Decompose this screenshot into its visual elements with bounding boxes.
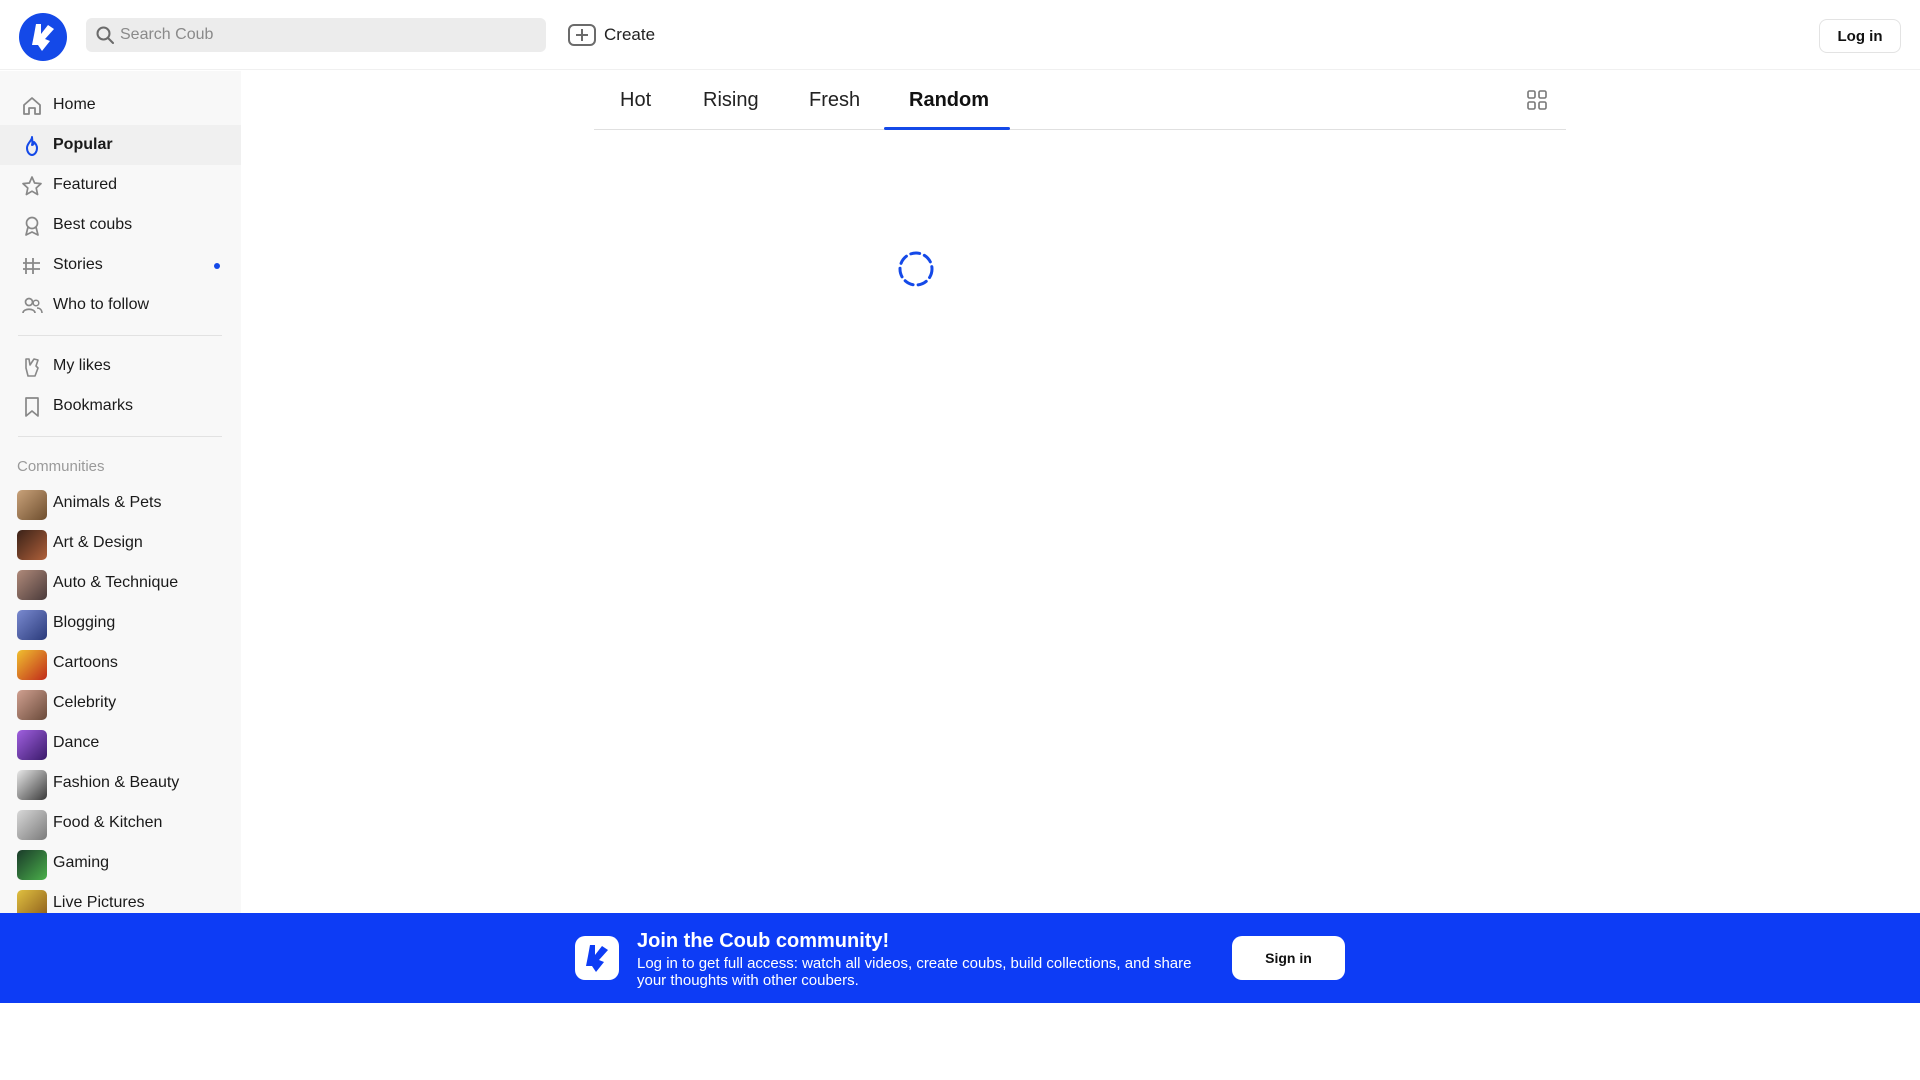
tab-rising[interactable]: Rising xyxy=(703,89,759,112)
sidebar-item-who-to-follow[interactable]: Who to follow xyxy=(0,285,241,325)
sidebar-item-label: Popular xyxy=(53,136,113,153)
community-thumbnail xyxy=(17,730,47,760)
sidebar-item-best-coubs[interactable]: Best coubs xyxy=(0,205,241,245)
login-button[interactable]: Log in xyxy=(1819,19,1901,53)
sidebar-item-label: Stories xyxy=(53,256,103,273)
grid-view-icon[interactable] xyxy=(1527,90,1547,110)
community-thumbnail xyxy=(17,770,47,800)
community-thumbnail xyxy=(17,490,47,520)
sidebar-item-stories[interactable]: Stories xyxy=(0,245,241,285)
community-label: Blogging xyxy=(53,614,116,631)
community-item-gaming[interactable]: Gaming xyxy=(0,842,241,882)
sidebar-item-label: Home xyxy=(53,96,96,113)
join-community-banner: Join the Coub community! Log in to get f… xyxy=(0,913,1920,1003)
community-thumbnail xyxy=(17,810,47,840)
star-icon xyxy=(22,176,42,196)
sidebar-item-label: Best coubs xyxy=(53,216,133,233)
plus-box-icon xyxy=(568,24,596,46)
home-icon xyxy=(23,97,41,115)
community-label: Fashion & Beauty xyxy=(53,774,180,791)
tab-fresh[interactable]: Fresh xyxy=(809,89,860,112)
feed-tabs: Hot Rising Fresh Random xyxy=(594,71,1566,130)
sidebar-divider xyxy=(18,436,222,437)
stories-icon xyxy=(23,258,40,274)
active-tab-indicator xyxy=(884,127,1010,130)
search-bar[interactable] xyxy=(86,18,546,52)
sidebar-item-label: Bookmarks xyxy=(53,397,134,414)
tab-random[interactable]: Random xyxy=(909,89,989,112)
community-item-dance[interactable]: Dance xyxy=(0,722,241,762)
like-hand-icon xyxy=(25,358,39,377)
community-thumbnail xyxy=(17,530,47,560)
community-item-animals-pets[interactable]: Animals & Pets xyxy=(0,482,241,522)
community-label: Art & Design xyxy=(53,534,143,551)
community-label: Cartoons xyxy=(53,654,118,671)
community-label: Gaming xyxy=(53,854,110,871)
sign-in-button[interactable]: Sign in xyxy=(1232,936,1345,980)
banner-title: Join the Coub community! xyxy=(637,930,890,952)
flame-icon xyxy=(26,136,38,156)
coub-logo-icon[interactable] xyxy=(19,13,67,61)
community-label: Dance xyxy=(53,734,100,751)
community-item-celebrity[interactable]: Celebrity xyxy=(0,682,241,722)
sidebar: Home Popular Featured Best coubs Stories xyxy=(0,71,241,914)
sidebar-item-home[interactable]: Home xyxy=(0,85,241,125)
create-label: Create xyxy=(604,25,656,44)
community-label: Auto & Technique xyxy=(53,574,179,591)
sidebar-item-label: Who to follow xyxy=(53,296,150,313)
community-label: Celebrity xyxy=(53,694,117,711)
community-item-live-pictures[interactable]: Live Pictures xyxy=(0,882,241,914)
community-thumbnail xyxy=(17,890,47,914)
community-label: Animals & Pets xyxy=(53,494,162,511)
community-label: Live Pictures xyxy=(53,894,145,911)
sidebar-item-popular[interactable]: Popular xyxy=(0,125,241,165)
banner-description: Log in to get full access: watch all vid… xyxy=(637,955,1192,989)
communities-heading: Communities xyxy=(17,458,105,475)
sidebar-item-bookmarks[interactable]: Bookmarks xyxy=(0,386,241,426)
community-item-food-kitchen[interactable]: Food & Kitchen xyxy=(0,802,241,842)
sidebar-divider xyxy=(18,335,222,336)
new-indicator-dot xyxy=(214,263,220,269)
coub-logo-icon xyxy=(575,936,619,980)
bookmark-icon xyxy=(25,397,39,417)
community-item-cartoons[interactable]: Cartoons xyxy=(0,642,241,682)
sidebar-item-label: Featured xyxy=(53,176,118,193)
community-item-auto-technique[interactable]: Auto & Technique xyxy=(0,562,241,602)
community-label: Food & Kitchen xyxy=(53,814,163,831)
community-thumbnail xyxy=(17,650,47,680)
create-button[interactable]: Create xyxy=(568,22,655,48)
sidebar-item-featured[interactable]: Featured xyxy=(0,165,241,205)
search-input[interactable] xyxy=(120,18,540,52)
sidebar-item-label: My likes xyxy=(53,357,111,374)
community-item-blogging[interactable]: Blogging xyxy=(0,602,241,642)
community-item-art-design[interactable]: Art & Design xyxy=(0,522,241,562)
award-icon xyxy=(25,216,39,236)
top-header: Create Log in xyxy=(0,0,1920,70)
community-thumbnail xyxy=(17,570,47,600)
community-thumbnail xyxy=(17,850,47,880)
tab-hot[interactable]: Hot xyxy=(620,89,651,112)
community-thumbnail xyxy=(17,690,47,720)
users-icon xyxy=(22,297,43,314)
sidebar-item-my-likes[interactable]: My likes xyxy=(0,346,241,386)
community-item-fashion-beauty[interactable]: Fashion & Beauty xyxy=(0,762,241,802)
community-thumbnail xyxy=(17,610,47,640)
loading-spinner-icon xyxy=(898,251,934,287)
search-icon xyxy=(96,26,114,44)
